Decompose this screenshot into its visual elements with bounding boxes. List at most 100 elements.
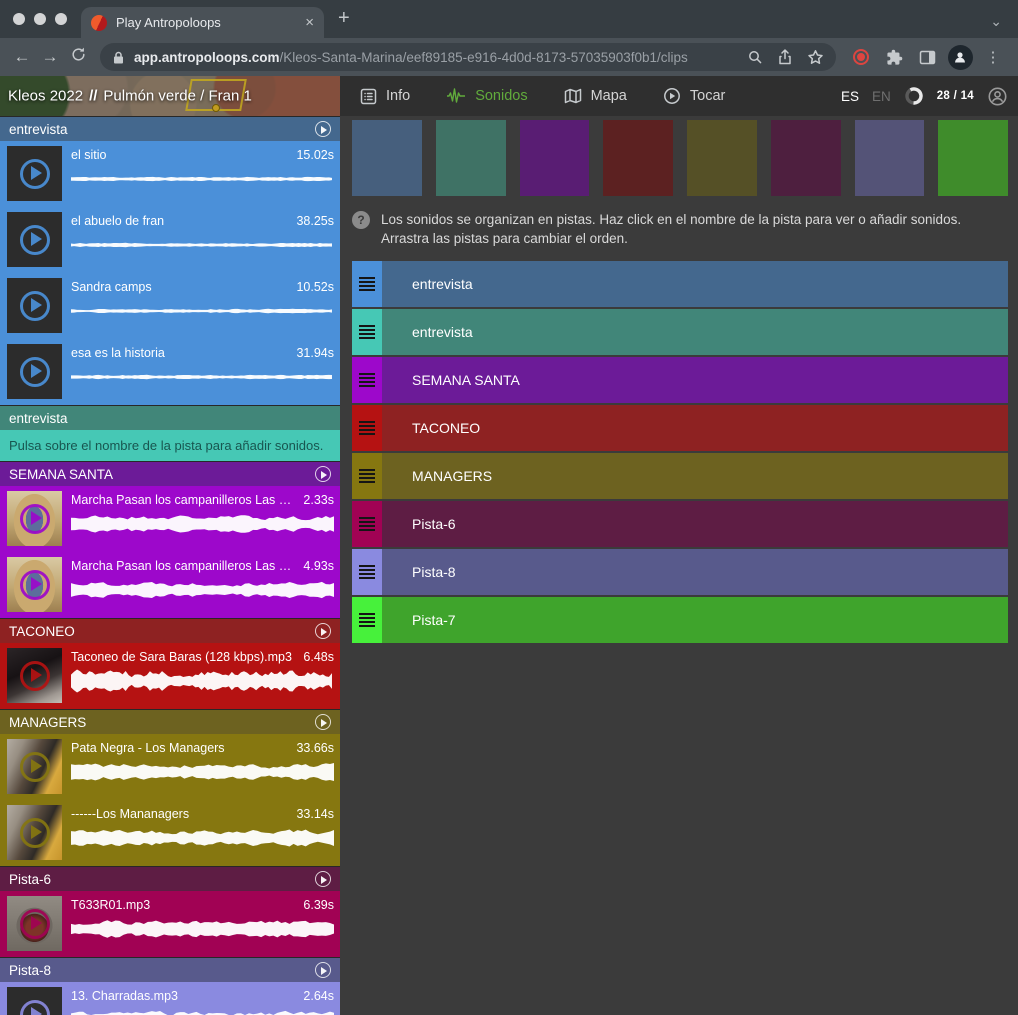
track-row[interactable]: Pista-8 <box>352 549 1008 595</box>
profile-avatar[interactable] <box>947 44 973 70</box>
play-track-button[interactable] <box>315 623 331 639</box>
back-button[interactable]: ← <box>8 47 36 67</box>
clip[interactable]: Pata Negra - Los Managers33.66s <box>0 734 340 800</box>
browser-toolbar: ← → app.antropoloops.com/Kleos-Santa-Mar… <box>0 38 1018 76</box>
track-header-entrevista-teal[interactable]: entrevista <box>0 406 340 430</box>
url-bar[interactable]: app.antropoloops.com/Kleos-Santa-Marina/… <box>100 43 836 71</box>
drag-handle[interactable] <box>352 597 382 643</box>
track-row[interactable]: Pista-7 <box>352 597 1008 643</box>
play-track-button[interactable] <box>315 962 331 978</box>
drag-handle[interactable] <box>352 405 382 451</box>
track-color-swatches <box>352 120 1008 196</box>
color-swatch[interactable] <box>938 120 1008 196</box>
drag-handle[interactable] <box>352 309 382 355</box>
tab-mapa[interactable]: Mapa <box>564 88 627 104</box>
drag-handle[interactable] <box>352 501 382 547</box>
record-extension-icon[interactable] <box>848 44 874 70</box>
clip-thumbnail[interactable] <box>7 344 62 399</box>
zoom-page-icon[interactable] <box>747 49 763 65</box>
play-track-button[interactable] <box>315 714 331 730</box>
track-row-name-button[interactable]: Pista-8 <box>382 549 1008 595</box>
window-controls[interactable] <box>13 13 67 25</box>
track-row-name-button[interactable]: entrevista <box>382 261 1008 307</box>
color-swatch[interactable] <box>603 120 673 196</box>
clip-thumbnail[interactable] <box>7 278 62 333</box>
clip[interactable]: esa es la historia31.94s <box>0 339 340 405</box>
track-row[interactable]: Pista-6 <box>352 501 1008 547</box>
new-tab-button[interactable]: + <box>338 7 350 30</box>
project-banner[interactable]: Kleos 2022//Pulmón verde / Fran 1 <box>0 76 340 116</box>
lang-en-button[interactable]: EN <box>872 89 891 104</box>
drag-handle[interactable] <box>352 357 382 403</box>
window-maximize-button[interactable] <box>55 13 67 25</box>
track-header-semana-santa[interactable]: SEMANA SANTA <box>0 462 340 486</box>
track-row-name-button[interactable]: Pista-7 <box>382 597 1008 643</box>
clip[interactable]: Marcha Pasan los campanilleros Las Mejor… <box>0 486 340 552</box>
color-swatch[interactable] <box>352 120 422 196</box>
browser-menu-icon[interactable]: ⋮ <box>980 44 1006 70</box>
track-row-name-button[interactable]: MANAGERS <box>382 453 1008 499</box>
track-header-taconeo[interactable]: TACONEO <box>0 619 340 643</box>
clip-thumbnail[interactable] <box>7 557 62 612</box>
drag-handle[interactable] <box>352 261 382 307</box>
bookmark-star-icon[interactable] <box>807 49 824 66</box>
clip[interactable]: T633R01.mp36.39s <box>0 891 340 957</box>
browser-tab[interactable]: Play Antropoloops × <box>81 7 324 38</box>
track-row[interactable]: entrevista <box>352 309 1008 355</box>
tab-sonidos[interactable]: Sonidos <box>446 88 527 104</box>
color-swatch[interactable] <box>436 120 506 196</box>
clip[interactable]: el abuelo de fran38.25s <box>0 207 340 273</box>
track-row[interactable]: SEMANA SANTA <box>352 357 1008 403</box>
track-row[interactable]: MANAGERS <box>352 453 1008 499</box>
clip-thumbnail[interactable] <box>7 987 62 1015</box>
clip-title: Marcha Pasan los campanilleros Las Mejor… <box>71 492 297 508</box>
color-swatch[interactable] <box>687 120 757 196</box>
track-header-managers[interactable]: MANAGERS <box>0 710 340 734</box>
clip-waveform <box>71 231 334 259</box>
clip-thumbnail[interactable] <box>7 648 62 703</box>
tab-search-chevron-icon[interactable]: ⌄ <box>990 13 1002 30</box>
drag-handle[interactable] <box>352 549 382 595</box>
track-row[interactable]: entrevista <box>352 261 1008 307</box>
clip[interactable]: Taconeo de Sara Baras (128 kbps).mp36.48… <box>0 643 340 709</box>
side-panel-icon[interactable] <box>914 44 940 70</box>
track-row-name-button[interactable]: TACONEO <box>382 405 1008 451</box>
share-icon[interactable] <box>777 49 793 65</box>
play-track-button[interactable] <box>315 121 331 137</box>
clip-thumbnail[interactable] <box>7 896 62 951</box>
track-header-entrevista-blue[interactable]: entrevista <box>0 117 340 141</box>
tab-tocar[interactable]: Tocar <box>663 87 725 105</box>
lang-es-button[interactable]: ES <box>841 89 859 104</box>
track-row-name-button[interactable]: entrevista <box>382 309 1008 355</box>
track-header-pista-8[interactable]: Pista-8 <box>0 958 340 982</box>
tab-info[interactable]: Info <box>360 88 410 105</box>
clip-thumbnail[interactable] <box>7 212 62 267</box>
reload-button[interactable] <box>64 46 92 68</box>
clip-thumbnail[interactable] <box>7 146 62 201</box>
window-minimize-button[interactable] <box>34 13 46 25</box>
clip-thumbnail[interactable] <box>7 805 62 860</box>
clip-thumbnail[interactable] <box>7 739 62 794</box>
drag-handle[interactable] <box>352 453 382 499</box>
clip[interactable]: Sandra camps10.52s <box>0 273 340 339</box>
account-icon[interactable] <box>987 86 1008 107</box>
window-close-button[interactable] <box>13 13 25 25</box>
play-track-button[interactable] <box>315 466 331 482</box>
forward-button[interactable]: → <box>36 47 64 67</box>
extensions-puzzle-icon[interactable] <box>881 44 907 70</box>
tab-close-icon[interactable]: × <box>305 15 314 30</box>
clip[interactable]: Marcha Pasan los campanilleros Las Mejor… <box>0 552 340 618</box>
clip-thumbnail[interactable] <box>7 491 62 546</box>
color-swatch[interactable] <box>771 120 841 196</box>
track-row[interactable]: TACONEO <box>352 405 1008 451</box>
clip[interactable]: el sitio15.02s <box>0 141 340 207</box>
color-swatch[interactable] <box>855 120 925 196</box>
track-header-pista-6[interactable]: Pista-6 <box>0 867 340 891</box>
clip[interactable]: 13. Charradas.mp32.64s <box>0 982 340 1015</box>
color-swatch[interactable] <box>520 120 590 196</box>
track-row-name-button[interactable]: Pista-6 <box>382 501 1008 547</box>
clip[interactable]: ------Los Mananagers33.14s <box>0 800 340 866</box>
sidebar-track-section: SEMANA SANTA Marcha Pasan los campanille… <box>0 461 340 618</box>
play-track-button[interactable] <box>315 871 331 887</box>
track-row-name-button[interactable]: SEMANA SANTA <box>382 357 1008 403</box>
